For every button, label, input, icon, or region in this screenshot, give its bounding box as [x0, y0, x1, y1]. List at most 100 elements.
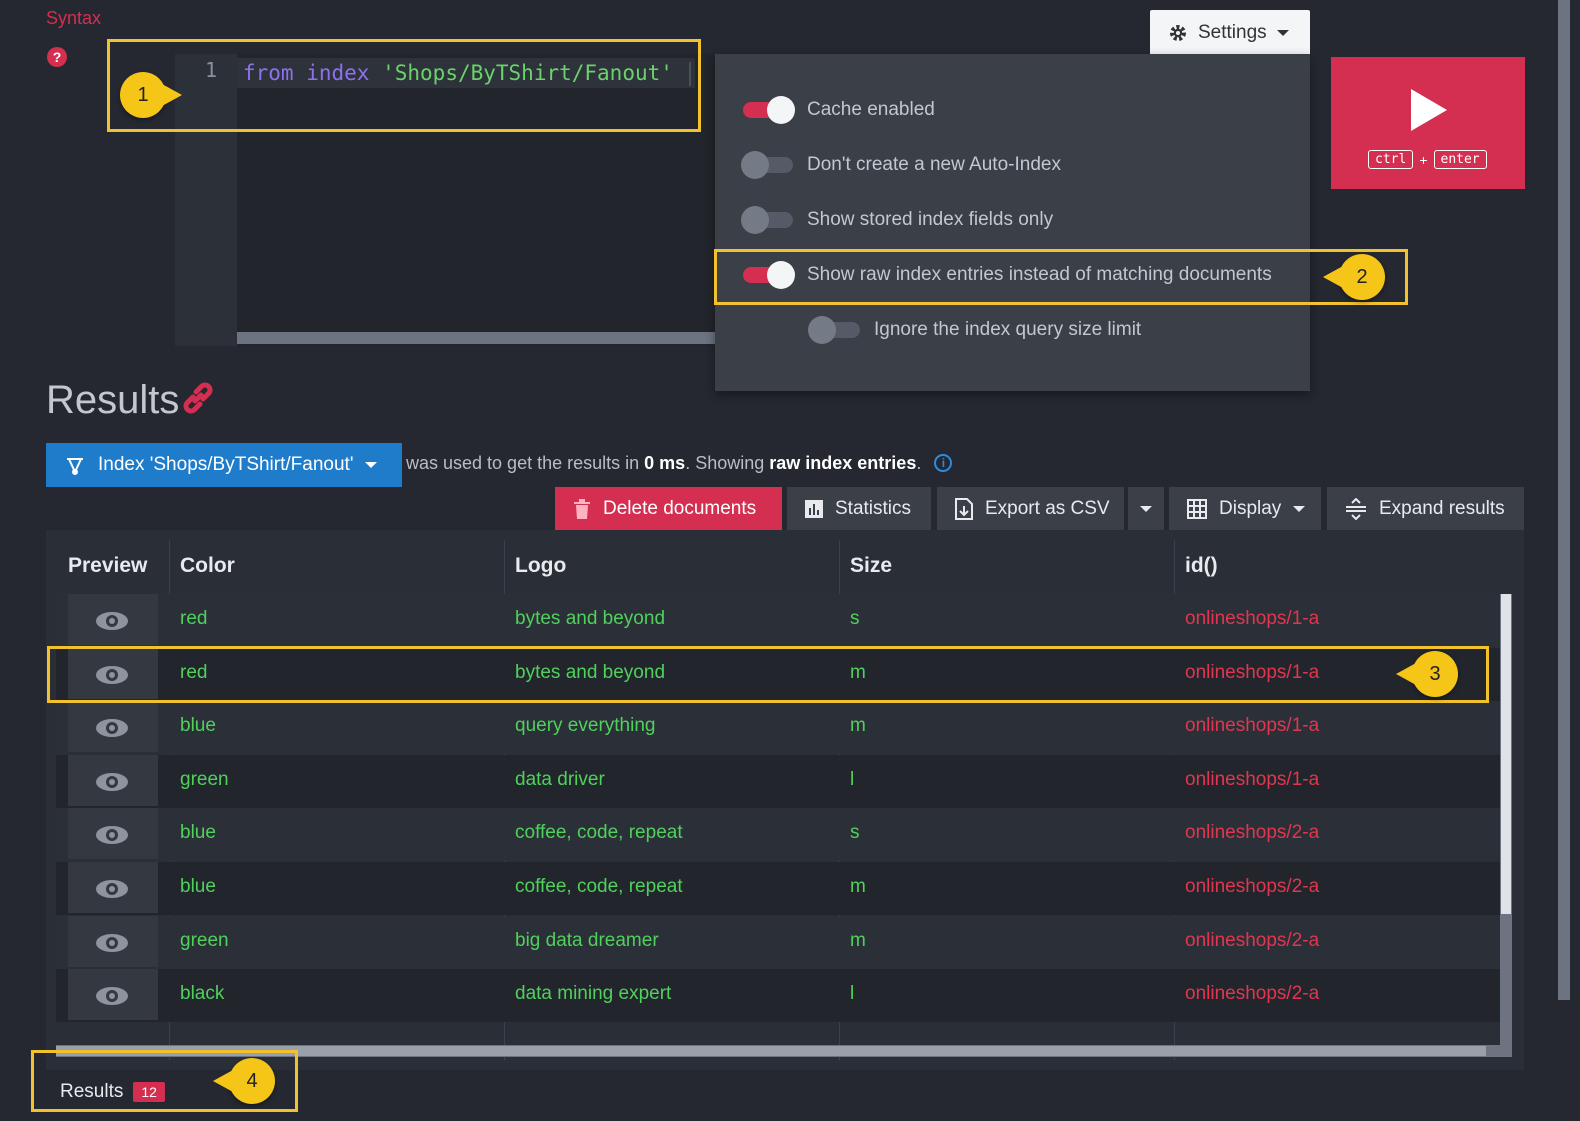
cell-logo: query everything [515, 715, 656, 737]
cell-id[interactable]: onlineshops/1-a [1185, 715, 1319, 737]
settings-panel: Cache enabled Don't create a new Auto-In… [715, 54, 1310, 391]
preview-cell[interactable] [68, 915, 158, 967]
option-ignore-size-limit[interactable]: Ignore the index query size limit [808, 316, 1142, 344]
option-no-auto-index[interactable]: Don't create a new Auto-Index [741, 151, 1061, 179]
table-row[interactable]: green data driver l onlineshops/1-a [56, 754, 1502, 808]
option-label: Ignore the index query size limit [874, 319, 1142, 340]
delete-documents-button[interactable]: Delete documents [555, 487, 782, 531]
cell-logo: coffee, code, repeat [515, 822, 683, 844]
cell-size: l [850, 768, 855, 790]
run-shortcut: ctrl + enter [1368, 150, 1487, 169]
callout-2: 2 [1323, 254, 1385, 300]
chevron-down-icon [1140, 506, 1152, 512]
cell-size: m [850, 876, 866, 897]
highlight-query [107, 39, 701, 132]
cell-color: blue [180, 876, 216, 897]
eye-icon [96, 987, 128, 1006]
summary-showing: . Showing [685, 453, 765, 473]
run-query-button[interactable]: ctrl + enter [1331, 57, 1525, 189]
cell-logo: data mining expert [515, 983, 672, 1005]
index-dropdown-button[interactable]: Index 'Shops/ByTShirt/Fanout' [46, 443, 402, 487]
cell-id[interactable]: onlineshops/2-a [1185, 930, 1319, 952]
eye-icon [96, 880, 128, 898]
trash-icon [574, 499, 590, 519]
cell-size: s [850, 822, 860, 844]
column-header-id[interactable]: id() [1185, 554, 1218, 578]
toggle-ignore-size-limit[interactable] [808, 316, 860, 344]
cell-size: m [850, 929, 866, 951]
cell-size: s [850, 608, 860, 629]
kbd-enter: enter [1433, 150, 1487, 169]
export-label: Export as CSV [985, 498, 1110, 519]
help-icon[interactable]: ? [47, 47, 67, 67]
table-row[interactable]: blue coffee, code, repeat m onlineshops/2-a [56, 862, 1502, 915]
cell-id[interactable]: onlineshops/2-a [1185, 983, 1319, 1005]
info-icon[interactable]: i [934, 454, 953, 472]
export-csv-button[interactable]: Export as CSV [937, 487, 1124, 531]
cell-size: l [850, 983, 855, 1005]
export-options-toggle[interactable] [1128, 487, 1164, 531]
table-row[interactable]: black data mining expert l onlineshops/2-a [56, 969, 1502, 1023]
option-label: Cache enabled [807, 99, 935, 120]
table-row[interactable]: red bytes and beyond s onlineshops/1-a [56, 594, 1502, 647]
gear-icon [1170, 25, 1186, 41]
preview-cell[interactable] [68, 862, 158, 913]
display-label: Display [1219, 498, 1282, 519]
cell-logo: data driver [515, 768, 605, 790]
cell-color: green [180, 929, 229, 951]
cell-id[interactable]: onlineshops/2-a [1185, 822, 1319, 844]
option-label: Show stored index fields only [807, 209, 1054, 230]
toggle-cache-enabled[interactable] [743, 96, 795, 124]
link-icon[interactable] [178, 378, 218, 418]
settings-button[interactable]: Settings [1150, 10, 1310, 56]
summary-duration: 0 ms [644, 453, 686, 473]
preview-cell[interactable] [68, 969, 158, 1021]
toggle-no-auto-index[interactable] [741, 151, 793, 179]
page-scrollbar[interactable] [1558, 0, 1570, 1000]
summary-mode: raw index entries [769, 453, 917, 473]
cell-id[interactable]: onlineshops/1-a [1185, 769, 1319, 791]
preview-cell[interactable] [68, 701, 158, 753]
table-row[interactable]: blue query everything m onlineshops/1-a [56, 701, 1502, 755]
delete-label: Delete documents [603, 498, 757, 519]
results-grid: Preview Color Logo Size id() red bytes an… [46, 530, 1524, 1070]
highlight-row [47, 646, 1489, 703]
display-button[interactable]: Display [1169, 487, 1321, 531]
highlight-raw-option [714, 249, 1408, 305]
preview-cell[interactable] [68, 754, 158, 806]
eye-icon [96, 826, 128, 845]
eye-icon [96, 612, 128, 630]
toggle-stored-fields-only[interactable] [741, 206, 793, 234]
table-row[interactable]: green big data dreamer m onlineshops/2-a [56, 915, 1502, 969]
summary-suffix: . [916, 453, 922, 473]
cell-color: blue [180, 822, 216, 844]
editor-hscrollbar[interactable] [237, 332, 717, 344]
cell-logo: coffee, code, repeat [515, 876, 683, 897]
callout-3: 3 [1396, 651, 1458, 697]
eye-icon [96, 719, 128, 738]
column-header-size[interactable]: Size [850, 554, 892, 578]
column-header-preview[interactable]: Preview [68, 554, 147, 578]
column-header-logo[interactable]: Logo [515, 554, 566, 578]
statistics-label: Statistics [835, 498, 912, 519]
chevron-down-icon [365, 462, 378, 468]
kbd-ctrl: ctrl [1368, 150, 1414, 169]
statistics-button[interactable]: Statistics [787, 487, 931, 531]
callout-4: 4 [213, 1058, 275, 1104]
settings-label: Settings [1198, 22, 1267, 43]
grid-icon [1187, 499, 1207, 519]
option-stored-fields-only[interactable]: Show stored index fields only [741, 206, 1054, 234]
column-header-color[interactable]: Color [180, 554, 235, 578]
cell-id[interactable]: onlineshops/2-a [1185, 876, 1319, 898]
cell-id[interactable]: onlineshops/1-a [1185, 608, 1319, 630]
option-cache-enabled[interactable]: Cache enabled [743, 96, 935, 124]
preview-cell[interactable] [68, 594, 158, 645]
table-row[interactable]: blue coffee, code, repeat s onlineshops/2-a [56, 808, 1502, 862]
results-title: Results [46, 378, 180, 422]
grid-vscrollbar[interactable] [1500, 594, 1512, 1054]
cell-color: blue [180, 715, 216, 737]
chevron-down-icon [1276, 30, 1289, 36]
expand-results-button[interactable]: Expand results [1327, 487, 1524, 531]
syntax-link[interactable]: Syntax [46, 8, 101, 29]
preview-cell[interactable] [68, 808, 158, 860]
